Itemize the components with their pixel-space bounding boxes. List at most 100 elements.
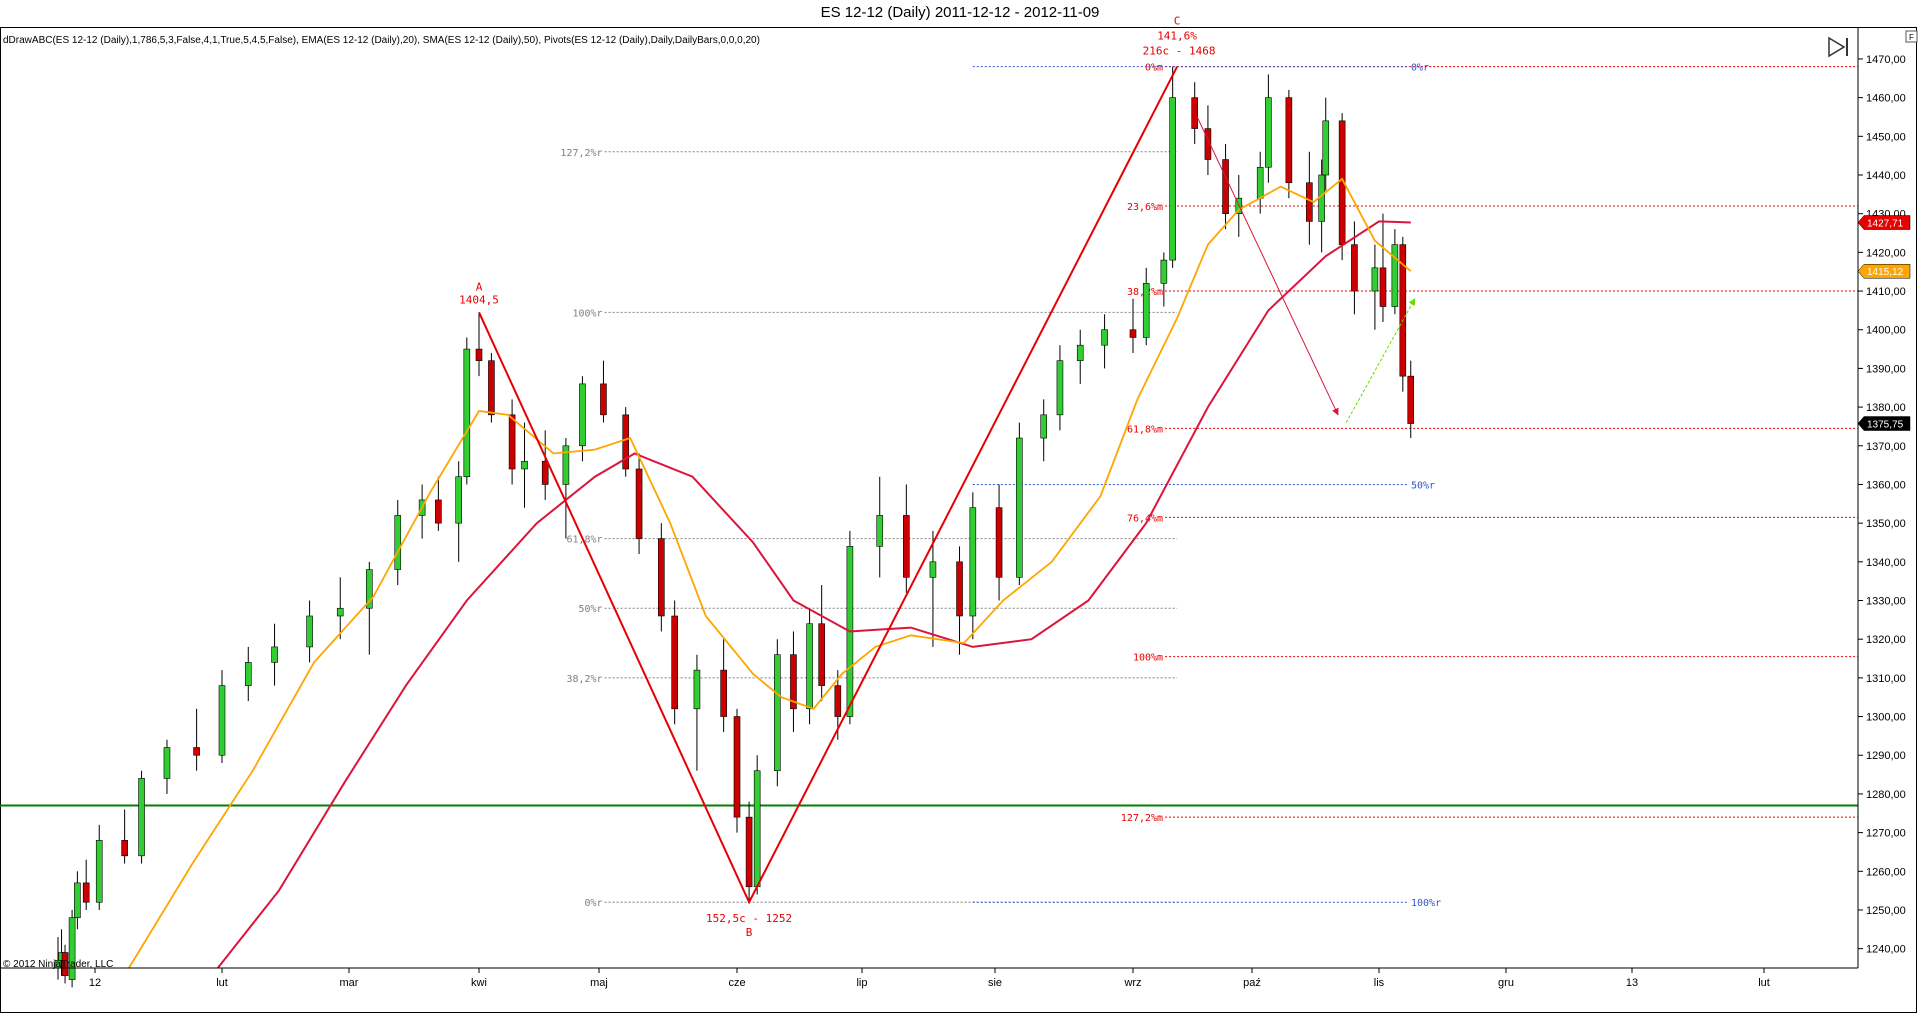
- candle: [790, 631, 797, 733]
- candle-body: [1379, 267, 1387, 307]
- y-tick-label: 1460,00: [1866, 93, 1906, 105]
- indicator-list: dDrawABC(ES 12-12 (Daily),1,786,5,3,Fals…: [3, 35, 760, 46]
- x-tick-label: sie: [988, 977, 1002, 989]
- x-tick-label: cze: [728, 977, 745, 989]
- candle: [658, 523, 665, 632]
- y-tick-label: 1340,00: [1866, 557, 1906, 569]
- candle-body: [1056, 360, 1064, 416]
- candle: [1256, 151, 1264, 214]
- abc-label-c: C: [1174, 15, 1181, 28]
- candle: [1399, 236, 1407, 392]
- candle-body: [475, 348, 483, 361]
- y-tick-label: 1450,00: [1866, 131, 1906, 143]
- y-tick-label: 1240,00: [1866, 944, 1906, 956]
- candle-body: [1322, 120, 1330, 176]
- candle-body: [463, 348, 471, 478]
- candle-body: [1142, 283, 1150, 338]
- x-tick-label: 12: [89, 977, 101, 989]
- candle: [622, 407, 630, 477]
- corner-button[interactable]: F: [1905, 30, 1918, 43]
- candle-body: [68, 917, 76, 980]
- candle: [1040, 399, 1048, 462]
- price-marker-label: 1415,12: [1867, 267, 1904, 278]
- candle-body: [969, 507, 977, 617]
- candle: [163, 739, 171, 794]
- y-tick-label: 1270,00: [1866, 828, 1906, 840]
- candle: [1265, 74, 1272, 183]
- candle: [1142, 267, 1150, 346]
- candle: [733, 708, 741, 833]
- candle: [956, 546, 963, 655]
- candle-body: [956, 561, 963, 617]
- candle: [1222, 144, 1229, 230]
- candle-body: [306, 615, 313, 648]
- extension-label: 61,8%m: [1127, 424, 1163, 435]
- candle-body: [745, 816, 753, 888]
- x-tick-label: lut: [216, 977, 228, 989]
- candle-body: [121, 840, 128, 857]
- copyright-text: © 2012 NinjaTrader, LLC: [3, 959, 113, 970]
- candle: [306, 600, 313, 663]
- candle: [138, 770, 145, 864]
- candle-body: [218, 685, 226, 756]
- candle-body: [1371, 267, 1379, 292]
- candle-body: [1076, 344, 1084, 361]
- y-tick-label: 1350,00: [1866, 518, 1906, 530]
- candle: [508, 399, 516, 485]
- candle: [818, 585, 825, 702]
- candle-body: [720, 669, 727, 717]
- candle-body: [733, 716, 741, 818]
- chart-canvas[interactable]: 127,2%r100%r61,8%r50%r38,2%r0%r0%m23,6%m…: [0, 0, 1920, 1015]
- retracement-label: 127,2%r: [560, 148, 602, 159]
- x-tick-label: lut: [1758, 977, 1770, 989]
- candle: [541, 430, 549, 500]
- y-tick-label: 1380,00: [1866, 402, 1906, 414]
- candle-body: [394, 515, 402, 570]
- y-tick-label: 1310,00: [1866, 673, 1906, 685]
- candle: [1391, 229, 1399, 315]
- x-tick-label: lip: [856, 977, 867, 989]
- x-tick-label: mar: [340, 977, 359, 989]
- svg-text:F: F: [1909, 33, 1914, 42]
- candle: [1129, 298, 1137, 353]
- candle: [1016, 422, 1023, 586]
- candle: [1379, 213, 1387, 322]
- x-tick-label: wrz: [1123, 977, 1141, 989]
- candle-body: [1160, 259, 1168, 284]
- candle: [876, 476, 884, 578]
- candle: [579, 376, 586, 462]
- candle-body: [1407, 375, 1415, 424]
- candle: [1407, 360, 1415, 439]
- candle: [1076, 329, 1084, 384]
- candle-body: [693, 669, 701, 710]
- candle-body: [435, 499, 442, 524]
- extension-label: 76,4%m: [1127, 513, 1163, 524]
- candle-body: [1391, 244, 1399, 307]
- abc-value-c1: 141,6%: [1157, 30, 1197, 43]
- abc-value-c2: 216c - 1468: [1143, 45, 1216, 58]
- y-tick-label: 1420,00: [1866, 247, 1906, 259]
- candle: [753, 755, 761, 895]
- y-tick-label: 1300,00: [1866, 712, 1906, 724]
- candle: [1101, 314, 1108, 369]
- candle-body: [1101, 329, 1108, 346]
- candle-body: [336, 607, 344, 617]
- candle-body: [600, 383, 607, 416]
- candle-body: [541, 460, 549, 485]
- candle: [995, 484, 1003, 601]
- skip-to-end-icon[interactable]: [1824, 35, 1850, 59]
- candle-body: [488, 360, 495, 416]
- candle: [1169, 66, 1176, 268]
- candle: [394, 499, 402, 586]
- candle-body: [95, 840, 103, 903]
- x-tick-label: paź: [1243, 977, 1261, 989]
- candle-body: [635, 468, 643, 539]
- candle-body: [1222, 159, 1229, 214]
- candle-body: [903, 515, 910, 578]
- y-tick-label: 1410,00: [1866, 286, 1906, 298]
- candle: [774, 639, 781, 787]
- price-marker: 1375,75: [1857, 416, 1911, 431]
- candle-body: [193, 747, 200, 756]
- candle-body: [1040, 414, 1048, 439]
- candle: [1338, 113, 1346, 261]
